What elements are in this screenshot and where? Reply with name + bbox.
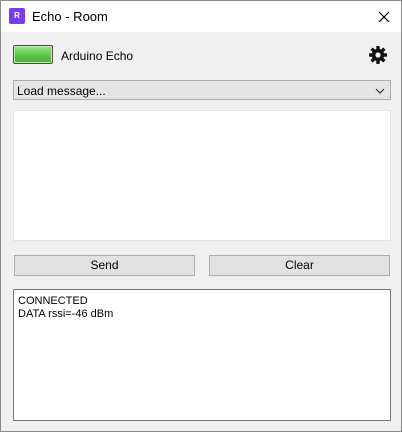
load-message-selected: Load message...	[17, 84, 106, 98]
close-icon	[378, 11, 390, 22]
clear-button[interactable]: Clear	[209, 255, 390, 276]
client-area: Arduino Echo Load message... Send Clear …	[1, 32, 401, 431]
gear-icon	[369, 46, 387, 64]
message-input[interactable]	[13, 110, 391, 241]
device-name-label: Arduino Echo	[61, 49, 134, 63]
title-bar[interactable]: R Echo - Room	[1, 1, 401, 32]
window-title: Echo - Room	[32, 9, 108, 24]
connection-status-led	[13, 45, 53, 64]
app-icon: R	[9, 8, 25, 24]
send-button[interactable]: Send	[14, 255, 195, 276]
app-window: R Echo - Room Arduino Echo Load message.…	[0, 0, 402, 432]
log-line: DATA rssi=-46 dBm	[18, 308, 114, 320]
load-message-dropdown[interactable]: Load message...	[13, 80, 391, 100]
output-log[interactable]: CONNECTED DATA rssi=-46 dBm	[13, 289, 391, 421]
log-line: CONNECTED	[18, 295, 88, 307]
chevron-down-icon	[375, 88, 385, 94]
close-button[interactable]	[367, 1, 401, 32]
settings-button[interactable]	[368, 45, 388, 65]
